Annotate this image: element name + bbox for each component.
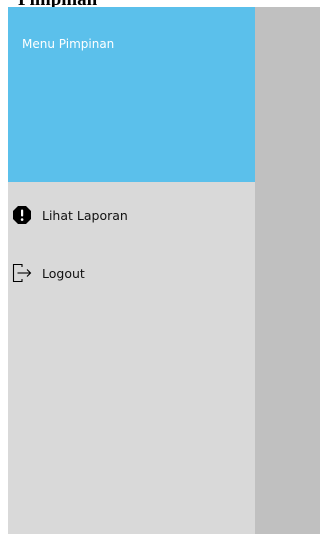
menu-item-label: Lihat Laporan (42, 207, 128, 223)
app-frame: Menu Pimpinan Lihat Laporan Logout (8, 7, 320, 534)
menu-item-lihat-laporan[interactable]: Lihat Laporan (8, 200, 255, 230)
drawer-header: Menu Pimpinan (8, 7, 255, 182)
menu-item-logout[interactable]: Logout (8, 258, 255, 288)
navigation-drawer: Menu Pimpinan Lihat Laporan Logout (8, 7, 255, 534)
logout-icon (12, 263, 32, 283)
menu-item-label: Logout (42, 265, 85, 281)
drawer-title: Menu Pimpinan (22, 37, 115, 51)
alert-octagon-icon (12, 205, 32, 225)
